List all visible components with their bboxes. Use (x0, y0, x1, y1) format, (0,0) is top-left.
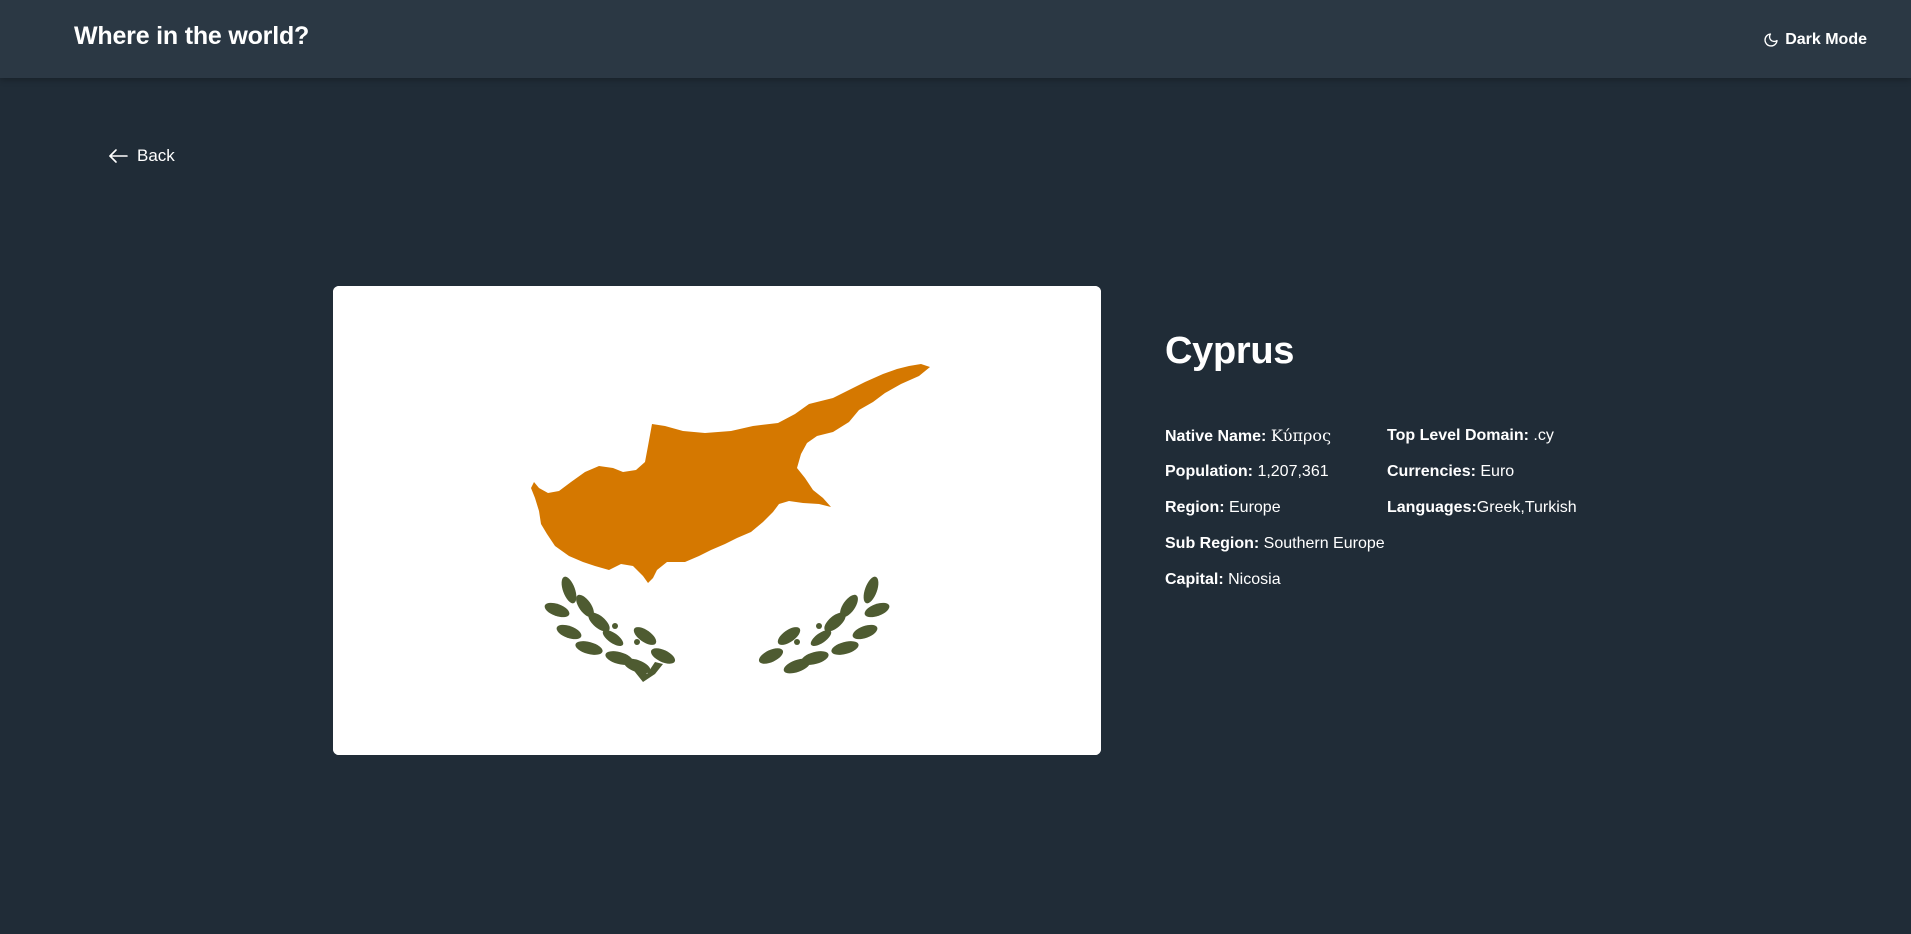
app-title: Where in the world? (74, 22, 310, 50)
dark-mode-toggle[interactable]: Dark Mode (1763, 31, 1867, 49)
country-name: Cyprus (1165, 330, 1295, 372)
sub-region: Sub Region: Southern Europe (1165, 535, 1385, 552)
back-label: Back (137, 146, 175, 165)
facts-left-column: Native Name: Κύπρος Population: 1,207,36… (1165, 426, 1387, 606)
capital: Capital: Nicosia (1165, 571, 1281, 588)
native-name: Native Name: Κύπρος (1165, 426, 1332, 445)
moon-icon (1763, 32, 1779, 48)
app-header: Where in the world? Dark Mode (0, 0, 1911, 78)
back-button[interactable]: Back (108, 146, 175, 166)
region: Region: Europe (1165, 499, 1281, 516)
dark-mode-label: Dark Mode (1785, 31, 1867, 48)
population: Population: 1,207,361 (1165, 463, 1329, 480)
currencies: Currencies: Euro (1387, 463, 1515, 480)
country-flag (333, 286, 1101, 755)
facts-right-column: Top Level Domain: .cy Currencies: Euro L… (1387, 426, 1707, 606)
languages: Languages:Greek,Turkish (1387, 499, 1577, 516)
country-facts: Native Name: Κύπρος Population: 1,207,36… (1165, 426, 1707, 606)
arrow-left-icon (108, 148, 128, 164)
top-level-domain: Top Level Domain: .cy (1387, 427, 1554, 444)
cyprus-flag-image (333, 286, 1101, 755)
country-details: Cyprus Native Name: Κύπρος Population: 1… (1165, 330, 1785, 588)
